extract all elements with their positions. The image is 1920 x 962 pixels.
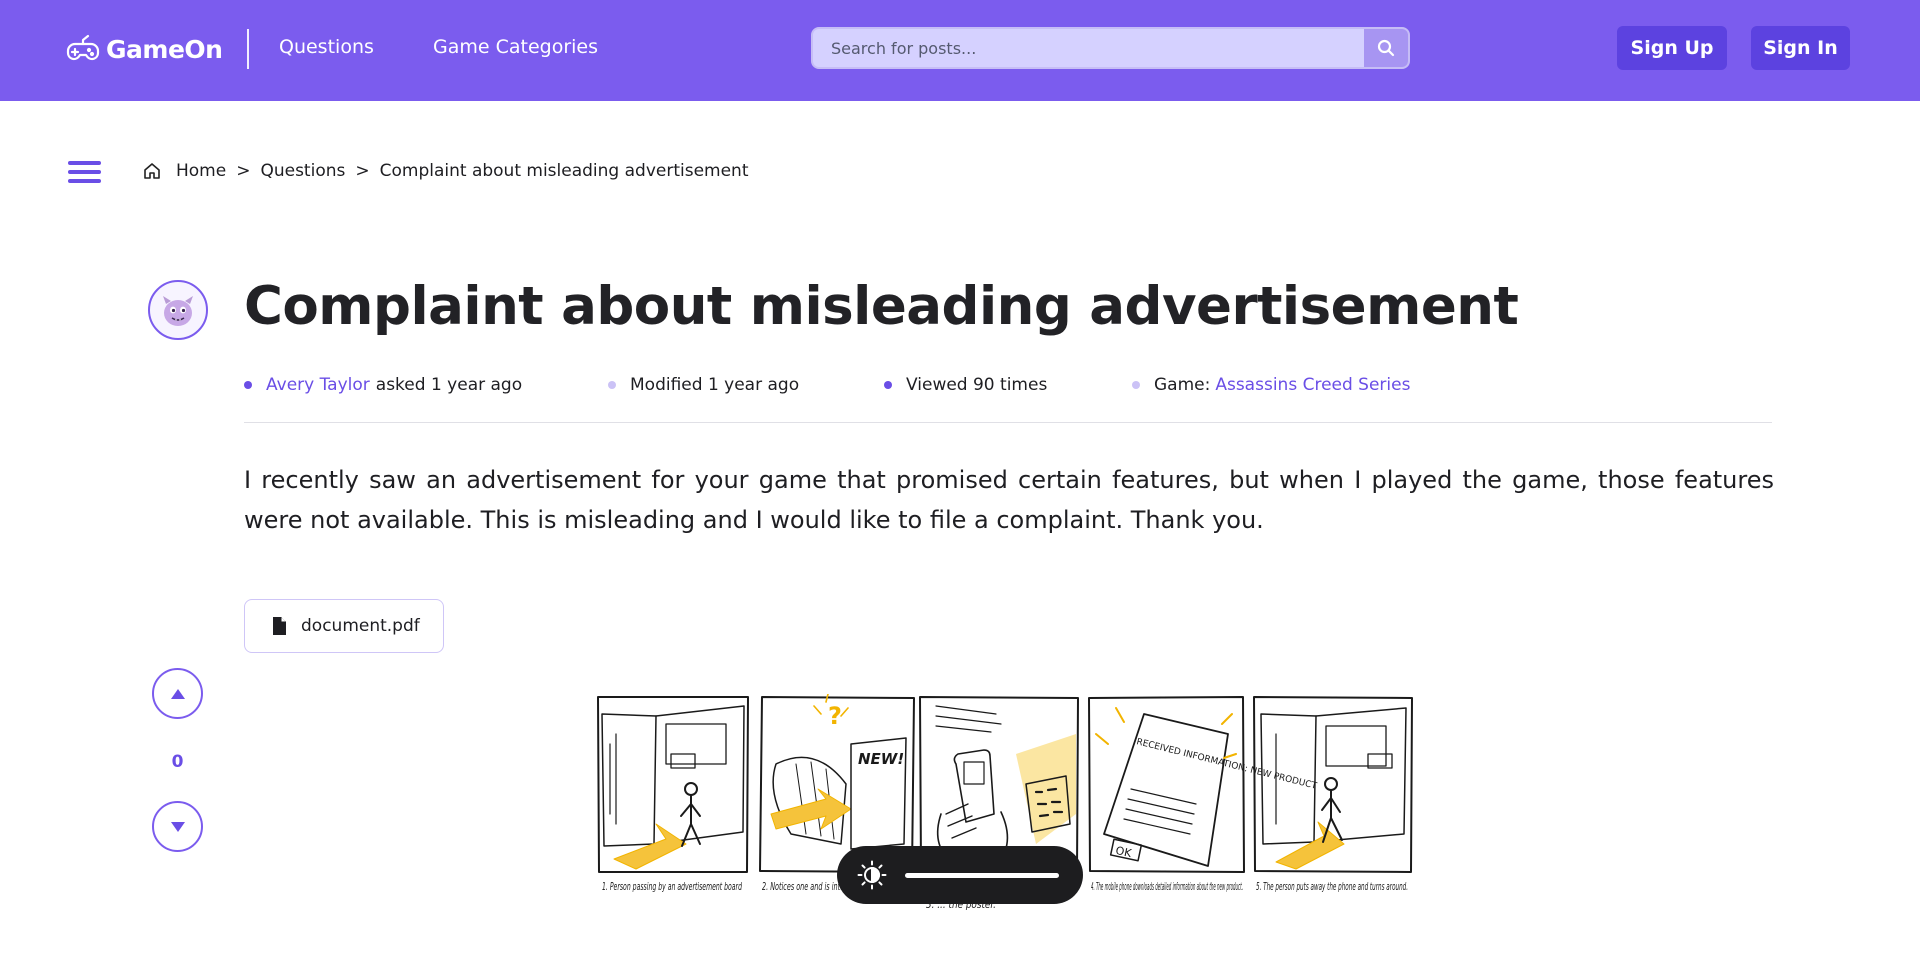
search-button[interactable]	[1364, 29, 1408, 67]
storyboard-panel-5	[1253, 696, 1413, 873]
brightness-slider[interactable]	[905, 872, 1059, 878]
site-logo[interactable]: GameOn	[66, 29, 223, 69]
game-link[interactable]: Assassins Creed Series	[1215, 375, 1410, 395]
downvote-button[interactable]	[152, 801, 203, 852]
nav-divider	[247, 29, 249, 69]
breadcrumb-questions[interactable]: Questions	[260, 161, 345, 181]
post-views-meta: Viewed 90 times	[884, 374, 1047, 396]
bullet-dot	[1132, 381, 1140, 389]
view-count: Viewed 90 times	[906, 375, 1048, 395]
author-link[interactable]: Avery Taylor	[266, 375, 370, 395]
meta-divider	[244, 422, 1772, 423]
triangle-up-icon	[170, 688, 185, 699]
storyboard-panel-1	[597, 696, 749, 873]
caption-5: 5. The person puts away the phone and tu…	[1256, 880, 1408, 893]
bullet-dot	[608, 381, 616, 389]
home-icon[interactable]	[142, 161, 162, 181]
upvote-button[interactable]	[152, 668, 203, 719]
breadcrumb-separator: >	[236, 161, 251, 181]
search-input[interactable]	[813, 29, 1366, 67]
post-game-meta: Game: Assassins Creed Series	[1132, 374, 1410, 396]
post-author-meta: Avery Taylor asked 1 year ago	[244, 374, 522, 396]
sign-in-button[interactable]: Sign In	[1751, 26, 1850, 70]
bullet-dot	[244, 381, 252, 389]
attachment-button[interactable]: document.pdf	[244, 599, 444, 653]
nav-link-game-categories[interactable]: Game Categories	[433, 36, 598, 58]
bullet-dot	[884, 381, 892, 389]
author-avatar[interactable]	[148, 280, 208, 340]
brightness-control	[837, 846, 1083, 904]
nav-link-questions[interactable]: Questions	[279, 36, 374, 58]
asked-time: asked 1 year ago	[375, 375, 523, 395]
monster-avatar-icon	[163, 296, 193, 326]
post-title: Complaint about misleading advertisement	[244, 276, 1519, 337]
ok-text: OK	[1114, 844, 1133, 860]
game-label: Game:	[1154, 375, 1211, 395]
attachment-filename: document.pdf	[301, 616, 420, 636]
breadcrumb-current: Complaint about misleading advertisement	[379, 161, 749, 181]
poster-text: NEW!	[858, 750, 904, 768]
breadcrumb-separator: >	[355, 161, 370, 181]
post-body: I recently saw an advertisement for your…	[244, 466, 1774, 534]
caption-1: 1. Person passing by an advertisement bo…	[602, 880, 743, 893]
vote-count: 0	[171, 752, 184, 772]
breadcrumb: Home > Questions > Complaint about misle…	[142, 159, 749, 183]
top-navigation-bar: GameOn Questions Game Categories Sign Up…	[0, 0, 1920, 101]
question-mark: ?	[828, 702, 842, 730]
logo-text: GameOn	[106, 34, 223, 64]
file-icon	[273, 617, 286, 635]
gamepad-icon	[66, 34, 100, 61]
sign-up-button[interactable]: Sign Up	[1617, 26, 1727, 70]
search-bar	[811, 27, 1410, 69]
search-icon	[1377, 39, 1395, 57]
storyboard-image: NEW! ? RECEIVED INFORMATION: NEW PRODUCT…	[596, 694, 1416, 962]
brightness-icon	[857, 860, 887, 890]
hamburger-menu-icon[interactable]	[68, 161, 101, 183]
post-modified-meta: Modified 1 year ago	[608, 374, 799, 396]
triangle-down-icon	[170, 821, 185, 832]
caption-4: 4. The mobile phone downloads detailed i…	[1091, 880, 1243, 893]
breadcrumb-home[interactable]: Home	[176, 161, 226, 181]
storyboard-panel-4: RECEIVED INFORMATION: NEW PRODUCT OK	[1088, 696, 1318, 873]
modified-time: Modified 1 year ago	[630, 375, 800, 395]
